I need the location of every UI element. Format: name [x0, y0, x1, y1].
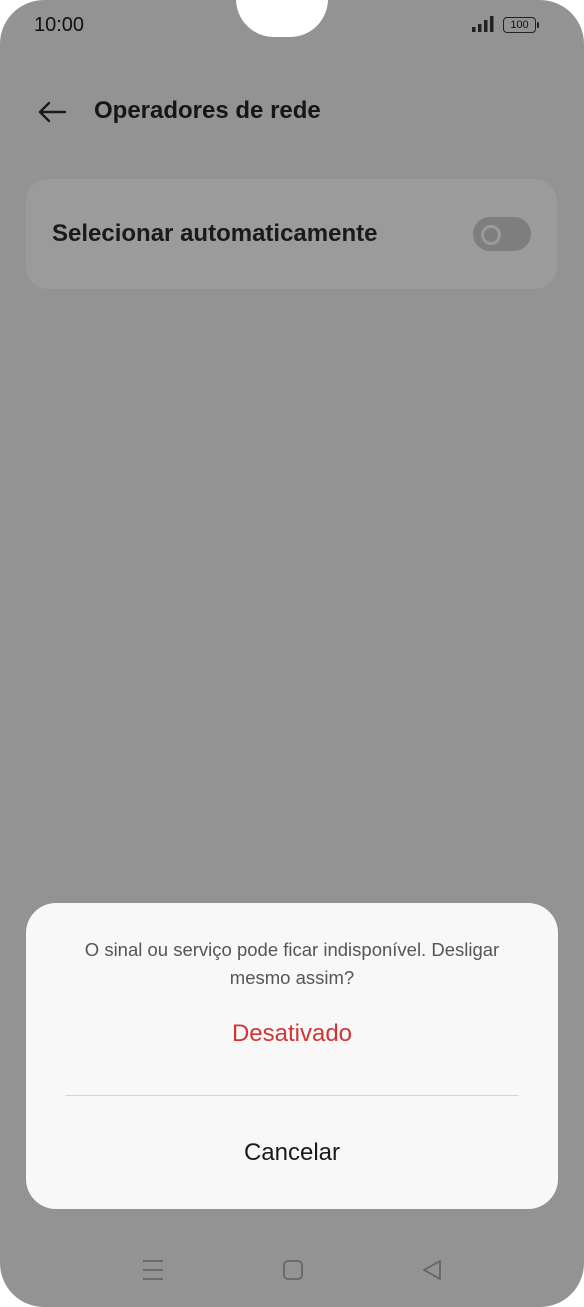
auto-select-card[interactable]: Selecionar automaticamente: [26, 179, 557, 289]
dialog-divider: [65, 1095, 519, 1096]
auto-select-toggle[interactable]: [473, 217, 531, 251]
dialog-message: O sinal ou serviço pode ficar indisponív…: [84, 939, 500, 988]
notch-corner-left: [206, 0, 240, 22]
confirm-dialog: O sinal ou serviço pode ficar indisponív…: [26, 903, 558, 1209]
signal-bars-icon: [472, 16, 494, 32]
notch-corner-right: [324, 0, 358, 22]
camera-notch: [236, 0, 328, 37]
home-square-icon[interactable]: [282, 1258, 304, 1282]
phone-screen: 10:00 100 Operadores de rede Selecionar …: [0, 0, 584, 1307]
status-time: 10:00: [34, 14, 85, 36]
back-triangle-icon[interactable]: [421, 1258, 443, 1282]
confirm-disable-button[interactable]: Desativado: [26, 1020, 558, 1048]
back-arrow-icon[interactable]: [36, 96, 68, 128]
menu-icon[interactable]: [142, 1258, 164, 1282]
auto-select-label: Selecionar automaticamente: [52, 220, 378, 247]
battery-indicator: 100: [503, 17, 539, 33]
toggle-knob: [481, 225, 501, 245]
cancel-button[interactable]: Cancelar: [26, 1139, 558, 1167]
page-title: Operadores de rede: [94, 97, 321, 124]
